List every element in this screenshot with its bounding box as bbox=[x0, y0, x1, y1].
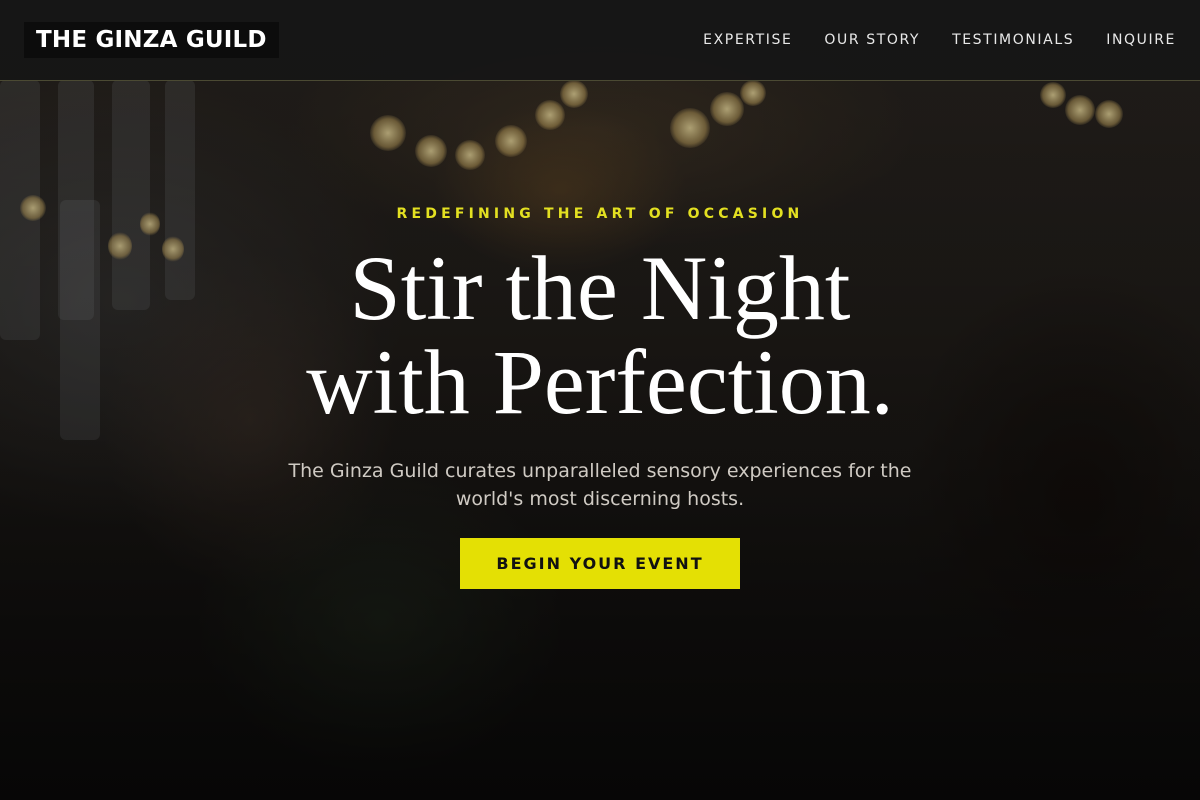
brand-logo[interactable]: THE GINZA GUILD bbox=[24, 22, 279, 58]
hero-subtitle: The Ginza Guild curates unparalleled sen… bbox=[288, 460, 912, 510]
hero-headline-line-2: with Perfection. bbox=[306, 331, 894, 433]
hero-headline-line-1: Stir the Night bbox=[349, 237, 851, 339]
hero-section: REDEFINING THE ART OF OCCASION Stir the … bbox=[0, 81, 1200, 800]
nav-link-testimonials[interactable]: TESTIMONIALS bbox=[952, 30, 1074, 50]
main-nav: EXPERTISE OUR STORY TESTIMONIALS INQUIRE bbox=[703, 30, 1176, 50]
begin-your-event-button[interactable]: BEGIN YOUR EVENT bbox=[460, 538, 740, 589]
top-navbar: THE GINZA GUILD EXPERTISE OUR STORY TEST… bbox=[0, 0, 1200, 81]
hero-eyebrow: REDEFINING THE ART OF OCCASION bbox=[396, 206, 804, 222]
nav-link-inquire[interactable]: INQUIRE bbox=[1106, 30, 1176, 50]
nav-link-our-story[interactable]: OUR STORY bbox=[824, 30, 920, 50]
hero-headline: Stir the Night with Perfection. bbox=[0, 241, 1200, 429]
nav-link-expertise[interactable]: EXPERTISE bbox=[703, 30, 792, 50]
